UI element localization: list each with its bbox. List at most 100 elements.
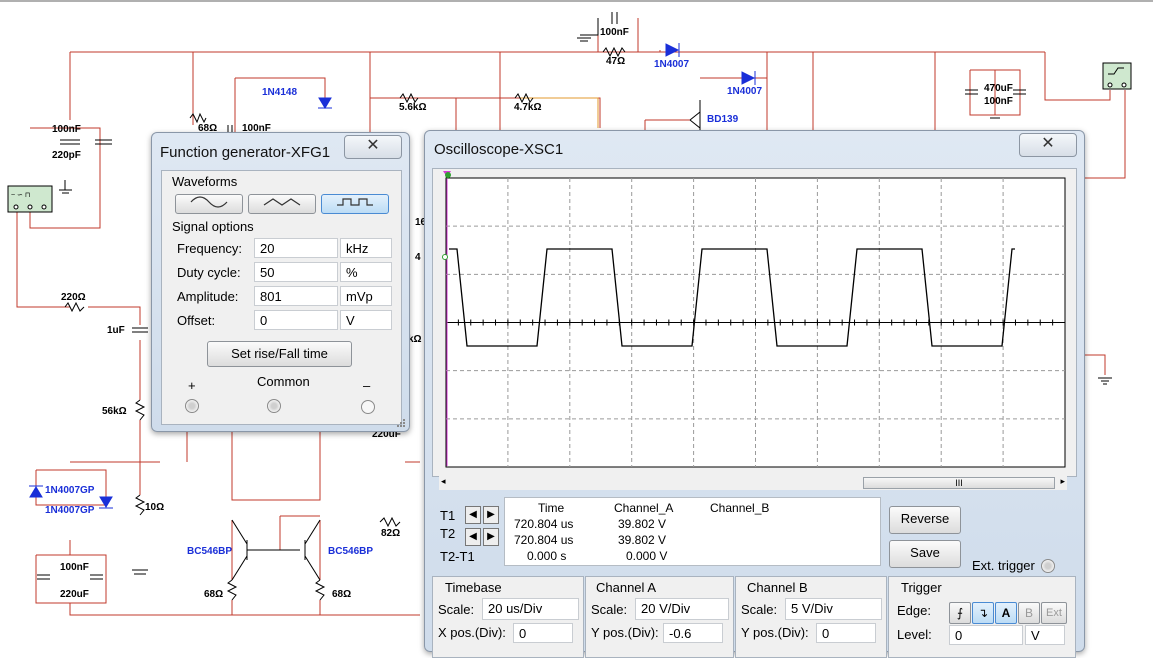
scope-horizontal-scrollbar[interactable]: ◂ III ▸ xyxy=(439,476,1067,490)
col-time: Time xyxy=(538,501,565,515)
square-wave-icon xyxy=(337,198,373,206)
trigger-title: Trigger xyxy=(901,580,942,595)
svg-text:5.6kΩ: 5.6kΩ xyxy=(399,102,426,113)
channel-b-panel: Channel B Scale: 5 V/Div Y pos.(Div): 0 xyxy=(735,576,887,658)
function-generator-symbol: ~ ∽ ⊓ xyxy=(7,185,53,213)
reverse-button[interactable]: Reverse xyxy=(889,506,961,534)
svg-text:4.7kΩ: 4.7kΩ xyxy=(514,102,541,113)
t2-left-button[interactable]: ◀ xyxy=(465,528,481,546)
channel-b-ypos-input[interactable]: 0 xyxy=(816,623,876,643)
arrow-right-icon: ▶ xyxy=(487,531,495,542)
ext-trigger-terminal[interactable] xyxy=(1041,559,1055,573)
common-terminal-label: Common xyxy=(257,374,310,389)
duty-cycle-unit: % xyxy=(340,262,392,282)
duty-cycle-label: Duty cycle: xyxy=(177,265,241,280)
duty-cycle-input[interactable]: 50 xyxy=(254,262,338,282)
t1-label: T1 xyxy=(440,508,456,523)
scroll-thumb[interactable]: III xyxy=(863,477,1055,489)
channel-a-panel: Channel A Scale: 20 V/Div Y pos.(Div): -… xyxy=(585,576,734,658)
channel-b-ypos-label: Y pos.(Div): xyxy=(741,625,809,640)
triangle-wave-icon xyxy=(263,198,301,206)
svg-text:4: 4 xyxy=(415,252,421,263)
t2-channel-a: 39.802 V xyxy=(618,533,667,547)
scroll-left-icon[interactable]: ◂ xyxy=(441,476,446,487)
arrow-left-icon: ◀ xyxy=(469,509,477,520)
channel-a-ypos-label: Y pos.(Div): xyxy=(591,625,659,640)
scroll-right-icon[interactable]: ▸ xyxy=(1060,476,1065,487)
trigger-source-ext-button[interactable]: Ext xyxy=(1041,602,1067,624)
trigger-level-unit[interactable]: V xyxy=(1025,625,1065,645)
svg-text:1N4007GP: 1N4007GP xyxy=(45,485,95,496)
function-generator-panel: Waveforms Signal options Frequency: 20 k… xyxy=(161,170,402,425)
svg-text:100nF: 100nF xyxy=(984,96,1013,107)
svg-text:82Ω: 82Ω xyxy=(381,528,400,539)
t1-right-button[interactable]: ▶ xyxy=(483,506,499,524)
arrow-left-icon: ◀ xyxy=(469,531,477,542)
falling-edge-button[interactable]: ↴ xyxy=(972,602,994,624)
t2-t1-time: 0.000 s xyxy=(527,549,567,563)
amplitude-unit-select[interactable]: mVp xyxy=(340,286,392,306)
oscilloscope-close-button[interactable]: ✕ xyxy=(1019,133,1077,157)
svg-text:1N4007: 1N4007 xyxy=(654,59,689,70)
falling-edge-icon: ↴ xyxy=(977,606,989,620)
t2-right-button[interactable]: ▶ xyxy=(483,528,499,546)
function-generator-close-button[interactable]: ✕ xyxy=(344,135,402,159)
trigger-source-a-button[interactable]: A xyxy=(995,602,1017,624)
trigger-source-b-button[interactable]: B xyxy=(1018,602,1040,624)
amplitude-input[interactable]: 801 xyxy=(254,286,338,306)
timebase-xpos-input[interactable]: 0 xyxy=(513,623,573,643)
close-icon: ✕ xyxy=(366,137,380,154)
channel-b-scale-input[interactable]: 5 V/Div xyxy=(785,598,882,620)
frequency-unit-select[interactable]: kHz xyxy=(340,238,392,258)
function-generator-title: Function generator-XFG1 xyxy=(160,144,331,161)
triangle-wave-button[interactable] xyxy=(248,194,316,214)
channel-a-scale-input[interactable]: 20 V/Div xyxy=(635,598,729,620)
svg-text:100nF: 100nF xyxy=(600,27,629,38)
timebase-xpos-label: X pos.(Div): xyxy=(438,625,506,640)
svg-text:47Ω: 47Ω xyxy=(606,56,625,67)
channel-b-title: Channel B xyxy=(747,580,808,595)
svg-text:1N4148: 1N4148 xyxy=(262,87,297,98)
rising-edge-button[interactable]: ⨍ xyxy=(949,602,971,624)
svg-text:68Ω: 68Ω xyxy=(204,589,223,600)
svg-text:56kΩ: 56kΩ xyxy=(102,406,127,417)
sine-wave-button[interactable] xyxy=(175,194,243,214)
offset-input[interactable]: 0 xyxy=(254,310,338,330)
cursor-marker xyxy=(445,172,451,178)
oscilloscope-window[interactable]: Oscilloscope-XSC1 ✕ ◂ III ▸ T1 ◀ ▶ T2 ◀ … xyxy=(424,130,1085,658)
function-generator-window[interactable]: Function generator-XFG1 ✕ Waveforms Sign… xyxy=(151,132,410,432)
timebase-scale-input[interactable]: 20 us/Div xyxy=(482,598,579,620)
svg-text:1N4007GP: 1N4007GP xyxy=(45,505,95,516)
offset-unit-select[interactable]: V xyxy=(340,310,392,330)
trigger-level-input[interactable]: 0 xyxy=(949,625,1023,645)
cursor-readout-table: Time Channel_A Channel_B 720.804 us 39.8… xyxy=(504,497,881,566)
square-wave-button[interactable] xyxy=(321,194,389,214)
set-rise-fall-time-button[interactable]: Set rise/Fall time xyxy=(207,341,352,367)
minus-terminal[interactable] xyxy=(361,400,375,414)
channel-a-ypos-input[interactable]: -0.6 xyxy=(663,623,723,643)
common-terminal[interactable] xyxy=(267,399,281,413)
plus-terminal[interactable] xyxy=(185,399,199,413)
svg-text:BC546BP: BC546BP xyxy=(328,546,373,557)
svg-text:~ ∽ ⊓: ~ ∽ ⊓ xyxy=(11,192,30,199)
t1-channel-a: 39.802 V xyxy=(618,517,667,531)
timebase-panel: Timebase Scale: 20 us/Div X pos.(Div): 0 xyxy=(432,576,584,658)
rising-edge-icon: ⨍ xyxy=(956,606,964,620)
frequency-input[interactable]: 20 xyxy=(254,238,338,258)
t1-left-button[interactable]: ◀ xyxy=(465,506,481,524)
oscilloscope-screen[interactable] xyxy=(435,171,1067,471)
resize-grip-icon[interactable] xyxy=(396,418,406,428)
svg-text:1uF: 1uF xyxy=(107,325,125,336)
trigger-edge-label: Edge: xyxy=(897,603,931,618)
svg-text:220Ω: 220Ω xyxy=(61,292,86,303)
svg-text:BD139: BD139 xyxy=(707,114,739,125)
t2-t1-channel-a: 0.000 V xyxy=(626,549,668,563)
signal-options-label: Signal options xyxy=(172,219,254,234)
save-button[interactable]: Save xyxy=(889,540,961,568)
arrow-right-icon: ▶ xyxy=(487,509,495,520)
svg-text:220pF: 220pF xyxy=(52,150,81,161)
scroll-grip-icon: III xyxy=(955,478,963,488)
svg-text:BC546BP: BC546BP xyxy=(187,546,232,557)
channel-a-title: Channel A xyxy=(596,580,656,595)
t2-time: 720.804 us xyxy=(514,533,574,547)
